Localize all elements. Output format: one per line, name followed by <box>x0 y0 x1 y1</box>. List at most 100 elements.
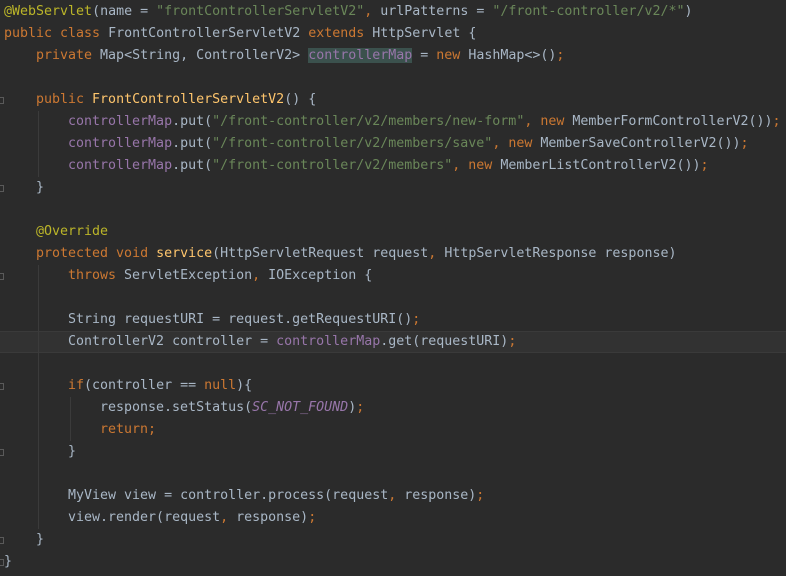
indent-guide <box>38 133 39 155</box>
code-text: protected void service(HttpServletReques… <box>36 243 676 265</box>
indent-guide <box>38 155 39 177</box>
code-line[interactable]: view.render(request, response); <box>0 507 786 529</box>
code-text: } <box>36 529 44 551</box>
fold-marker-icon[interactable] <box>0 383 4 390</box>
fold-marker-icon[interactable] <box>0 273 4 280</box>
code-line[interactable]: throws ServletException, IOException { <box>0 265 786 287</box>
code-text: } <box>68 441 76 463</box>
indent-guide <box>38 375 39 397</box>
code-line[interactable]: String requestURI = request.getRequestUR… <box>0 309 786 331</box>
code-text: public FrontControllerServletV2() { <box>36 89 316 111</box>
indent-guide <box>38 265 39 287</box>
fold-marker-icon[interactable] <box>0 537 4 544</box>
code-token: , <box>452 158 469 173</box>
code-token: String requestURI = request.getRequestUR… <box>68 312 413 327</box>
code-line[interactable]: return; <box>0 419 786 441</box>
code-token: IOException { <box>268 268 373 283</box>
code-line[interactable] <box>0 353 786 375</box>
code-token: ) <box>348 400 357 415</box>
code-token: ; <box>308 510 317 525</box>
code-token: (controller == <box>84 378 205 393</box>
code-token: ; <box>412 312 421 327</box>
code-token: controllerMap <box>68 114 173 129</box>
code-token: SC_NOT_FOUND <box>252 400 349 415</box>
code-token: new <box>436 48 469 63</box>
indent-guide <box>38 507 39 529</box>
indent-guide <box>38 332 39 354</box>
code-line[interactable] <box>0 67 786 89</box>
code-token: protected void <box>36 246 157 261</box>
code-token: controllerMap <box>68 136 173 151</box>
code-line[interactable] <box>0 199 786 221</box>
code-token: service <box>156 246 213 261</box>
code-text: controllerMap.put("/front-controller/v2/… <box>68 155 708 177</box>
code-text: private Map<String, ControllerV2> contro… <box>36 45 564 67</box>
indent-guide <box>38 309 39 331</box>
code-token: ; <box>772 114 781 129</box>
code-token: throws <box>68 268 125 283</box>
code-token: HttpServletResponse response) <box>444 246 677 261</box>
code-token: new <box>540 114 573 129</box>
code-token: response.setStatus( <box>100 400 253 415</box>
fold-marker-icon[interactable] <box>0 97 4 104</box>
indent-guide <box>38 353 39 375</box>
code-token: response) <box>236 510 309 525</box>
code-editor[interactable]: @WebServlet(name = "frontControllerServl… <box>0 0 786 576</box>
code-token: public <box>36 92 93 107</box>
code-line[interactable] <box>0 463 786 485</box>
code-token: ServletException <box>124 268 253 283</box>
code-token: HttpServlet { <box>372 26 477 41</box>
code-line[interactable]: MyView view = controller.process(request… <box>0 485 786 507</box>
code-token: , <box>364 4 381 19</box>
code-line[interactable]: } <box>0 551 786 573</box>
code-token: controllerMap <box>276 334 381 349</box>
code-line[interactable]: controllerMap.put("/front-controller/v2/… <box>0 111 786 133</box>
code-line[interactable]: } <box>0 529 786 551</box>
code-token: .put( <box>172 136 213 151</box>
code-token: , <box>220 510 237 525</box>
indent-guide <box>38 419 39 441</box>
code-text: @Override <box>36 221 108 243</box>
code-line[interactable]: private Map<String, ControllerV2> contro… <box>0 45 786 67</box>
indent-guide <box>38 111 39 133</box>
code-token: ; <box>556 48 565 63</box>
code-token: "/front-controller/v2/members/save" <box>212 136 493 151</box>
code-token: "/front-controller/v2/*" <box>492 4 685 19</box>
code-text: @WebServlet(name = "frontControllerServl… <box>4 1 693 23</box>
code-token: (name = <box>92 4 157 19</box>
code-token: MemberSaveControllerV2()) <box>540 136 741 151</box>
code-token: @Override <box>36 224 109 239</box>
code-line[interactable] <box>0 287 786 309</box>
code-line[interactable]: public FrontControllerServletV2() { <box>0 89 786 111</box>
code-line[interactable]: } <box>0 177 786 199</box>
code-token: FrontControllerServletV2 <box>108 26 309 41</box>
code-line[interactable]: controllerMap.put("/front-controller/v2/… <box>0 155 786 177</box>
code-text: public class FrontControllerServletV2 ex… <box>4 23 476 45</box>
code-line[interactable]: } <box>0 441 786 463</box>
code-token: .get(requestURI) <box>380 334 509 349</box>
code-text: controllerMap.put("/front-controller/v2/… <box>68 111 781 133</box>
fold-marker-icon[interactable] <box>0 449 4 456</box>
code-token: ){ <box>236 378 253 393</box>
code-token: public class <box>4 26 109 41</box>
fold-marker-icon[interactable] <box>0 185 4 192</box>
code-token: "/front-controller/v2/members/new-form" <box>212 114 525 129</box>
indent-guide <box>38 397 39 419</box>
code-token: } <box>36 532 45 547</box>
code-line[interactable]: if(controller == null){ <box>0 375 786 397</box>
code-token: .put( <box>172 158 213 173</box>
code-token: new <box>508 136 541 151</box>
code-text: controllerMap.put("/front-controller/v2/… <box>68 133 749 155</box>
indent-guide <box>38 485 39 507</box>
code-line[interactable]: protected void service(HttpServletReques… <box>0 243 786 265</box>
code-line[interactable]: @Override <box>0 221 786 243</box>
code-token: controllerMap <box>68 158 173 173</box>
code-line-current[interactable]: ControllerV2 controller = controllerMap.… <box>0 331 786 354</box>
code-token: "/front-controller/v2/members" <box>212 158 453 173</box>
code-line[interactable]: public class FrontControllerServletV2 ex… <box>0 23 786 45</box>
code-token: return; <box>100 422 157 437</box>
code-token: , <box>524 114 541 129</box>
code-line[interactable]: response.setStatus(SC_NOT_FOUND); <box>0 397 786 419</box>
code-line[interactable]: controllerMap.put("/front-controller/v2/… <box>0 133 786 155</box>
code-line[interactable]: @WebServlet(name = "frontControllerServl… <box>0 1 786 23</box>
